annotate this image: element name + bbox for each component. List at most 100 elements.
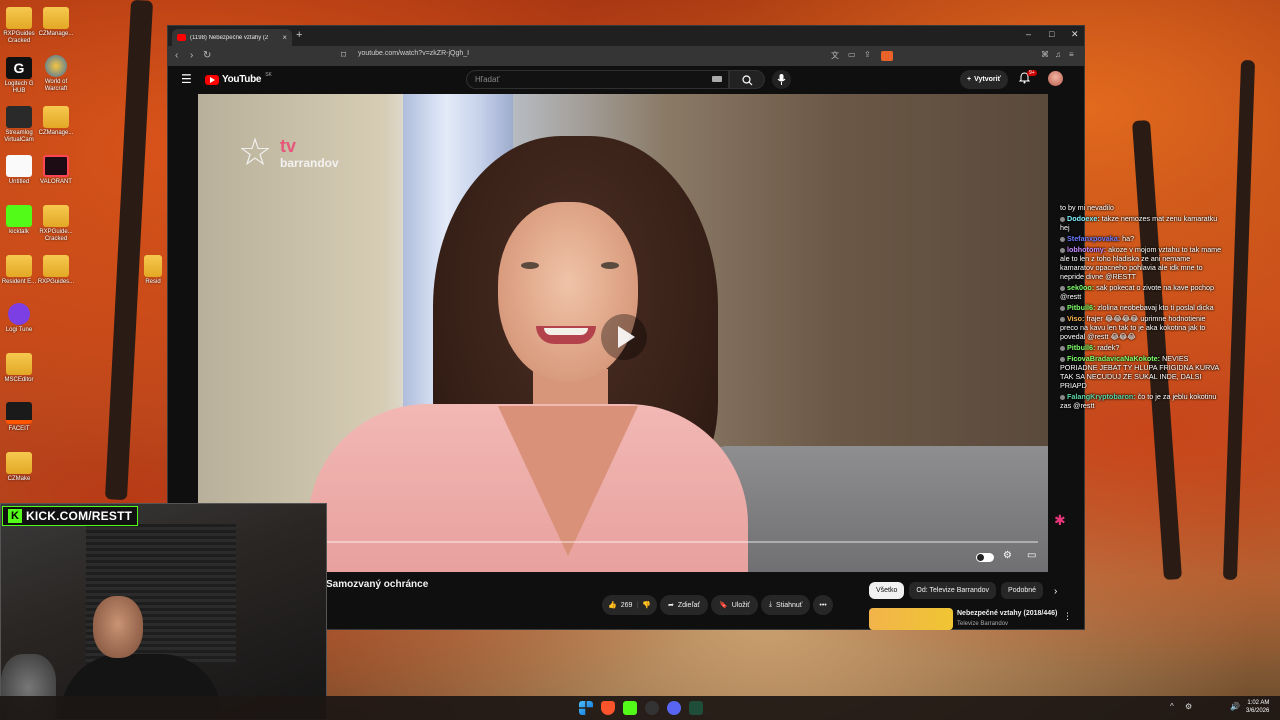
url-field[interactable]: youtube.com/watch?v=zkZR-jQgh_I bbox=[358, 50, 469, 57]
extensions-icon[interactable]: ⌘ bbox=[1041, 50, 1049, 59]
desktop-icon-world-of-warcraft[interactable]: World of Warcraft bbox=[37, 55, 75, 93]
star-icon: ☆ bbox=[238, 132, 273, 174]
reader-icon[interactable]: ▭ bbox=[848, 50, 856, 59]
desktop-icon-logitech-ghub[interactable]: G Logitech G HUB bbox=[0, 57, 38, 95]
desktop-icon-resid[interactable]: Resid bbox=[140, 255, 166, 286]
thumbs-down-icon[interactable]: 👎 bbox=[642, 601, 651, 609]
person-eye-left bbox=[521, 262, 539, 269]
chat-message: Pitbull6: zlolina neobebavaj kto ti posl… bbox=[1060, 303, 1225, 312]
logitech-icon: G bbox=[6, 57, 32, 79]
minimize-button[interactable]: – bbox=[1026, 29, 1031, 39]
extension-icon[interactable] bbox=[881, 51, 893, 61]
chat-text: zlolina neobebavaj kto ti poslal dicka bbox=[1095, 303, 1214, 312]
desktop-icon-logi-tune[interactable]: Logi Tune bbox=[0, 303, 38, 334]
plus-icon: + bbox=[967, 76, 972, 83]
desktop-icon-czmake[interactable]: CZMake bbox=[0, 452, 38, 483]
download-button[interactable]: ⤓ Stiahnuť bbox=[760, 595, 811, 615]
chat-badge-icon bbox=[1060, 345, 1065, 351]
chat-badge-icon bbox=[1060, 305, 1065, 311]
desktop-icon-rxpguides[interactable]: RXPGuides... bbox=[37, 255, 75, 286]
theater-mode-icon[interactable]: ▭ bbox=[1027, 550, 1036, 561]
windows-start-icon[interactable] bbox=[579, 701, 593, 715]
chevron-right-icon[interactable]: › bbox=[1054, 586, 1057, 597]
autoplay-toggle[interactable] bbox=[976, 553, 994, 562]
desktop-icon-rxpguides-cracked[interactable]: RXPGuides Cracked bbox=[0, 7, 38, 45]
menu-icon[interactable]: ≡ bbox=[1069, 50, 1074, 59]
voice-search-button[interactable] bbox=[772, 70, 791, 89]
video-player[interactable]: ☆ tv barrandov ⚙ ▭ ⤢ bbox=[198, 94, 1048, 572]
search-button[interactable] bbox=[729, 70, 765, 89]
close-window-button[interactable]: ✕ bbox=[1071, 29, 1079, 40]
more-vertical-icon[interactable]: ⋮ bbox=[1063, 611, 1072, 622]
chat-username: Pitbull6: bbox=[1067, 343, 1096, 352]
discord-icon[interactable] bbox=[667, 701, 681, 715]
desktop-icon-streamlog-virtualcam[interactable]: Streamlog VirtualCam bbox=[0, 106, 38, 144]
thumbs-up-icon[interactable]: 👍 bbox=[608, 601, 617, 609]
terminal-icon[interactable] bbox=[689, 701, 703, 715]
chat-message: Pitbull6: radek? bbox=[1060, 343, 1225, 352]
forward-icon[interactable]: › bbox=[190, 50, 193, 61]
desktop-icon-czmanage[interactable]: CZManage... bbox=[37, 7, 75, 38]
settings-gear-icon[interactable]: ⚙ bbox=[1003, 550, 1012, 561]
chat-message: Dodoexe: takze nemozes mat zenu kamaratk… bbox=[1060, 214, 1225, 232]
share-icon[interactable]: ⇪ bbox=[864, 50, 871, 59]
folder-icon bbox=[43, 205, 69, 227]
media-icon[interactable]: ♫ bbox=[1055, 50, 1061, 59]
network-icon[interactable]: ⚙ bbox=[1185, 702, 1192, 711]
bookmark-icon[interactable]: ⌑ bbox=[341, 50, 346, 61]
youtube-logo[interactable]: YouTube SK bbox=[205, 72, 272, 85]
chat-badge-icon bbox=[1060, 216, 1065, 222]
back-icon[interactable]: ‹ bbox=[175, 50, 178, 61]
chip-all[interactable]: Všetko bbox=[869, 582, 905, 599]
close-tab-icon[interactable]: × bbox=[282, 33, 287, 42]
chat-message: to by mi nevadilo bbox=[1060, 203, 1225, 212]
tv-barrandov-logo: ☆ tv barrandov bbox=[238, 132, 339, 174]
desktop-icon-rxpguides-cracked-2[interactable]: RXPGuide... Cracked bbox=[37, 205, 75, 243]
folder-icon bbox=[6, 7, 32, 29]
folder-icon bbox=[6, 255, 32, 277]
browser-tab-youtube[interactable]: (1198) Nebezpečné vztahy (2 × bbox=[172, 29, 292, 46]
system-clock[interactable]: 1:02 AM 3/6/2026 bbox=[1246, 699, 1269, 715]
new-tab-button[interactable]: + bbox=[296, 29, 302, 41]
maximize-button[interactable]: □ bbox=[1049, 29, 1054, 39]
volume-icon[interactable]: 🔊 bbox=[1230, 702, 1240, 711]
recommended-thumbnail[interactable] bbox=[869, 608, 953, 630]
desktop-icon-resident-evil[interactable]: Resident E... bbox=[0, 255, 38, 286]
brave-browser-icon[interactable] bbox=[601, 701, 615, 715]
account-avatar[interactable] bbox=[1048, 71, 1063, 86]
obs-icon[interactable] bbox=[645, 701, 659, 715]
video-progress-bar[interactable] bbox=[326, 541, 1038, 543]
chat-text: ha? bbox=[1120, 234, 1135, 243]
reload-icon[interactable]: ↻ bbox=[203, 50, 211, 61]
desktop-icon-valorant[interactable]: VALORANT bbox=[37, 155, 75, 186]
more-actions-button[interactable]: ••• bbox=[813, 595, 833, 615]
hamburger-menu-icon[interactable]: ☰ bbox=[181, 72, 192, 86]
desktop-icon-faceit[interactable]: FACEIT bbox=[0, 402, 38, 433]
recommended-video[interactable]: Nebezpečné vztahy (2018/446) Televize Ba… bbox=[869, 608, 1079, 630]
tab-title: (1198) Nebezpečné vztahy (2 bbox=[190, 34, 269, 41]
youtube-play-icon bbox=[205, 74, 219, 85]
chip-similar[interactable]: Podobné bbox=[1001, 582, 1044, 599]
chip-from-channel[interactable]: Od: Televize Barrandov bbox=[909, 582, 997, 599]
desktop-icon-untitled[interactable]: Untitled bbox=[0, 155, 38, 186]
share-arrow-icon: ➦ bbox=[667, 602, 674, 609]
tree-trunk-left bbox=[104, 0, 154, 501]
translate-icon[interactable]: 文 bbox=[831, 50, 839, 61]
keyboard-icon[interactable] bbox=[712, 76, 722, 82]
create-button[interactable]: + Vytvoriť bbox=[960, 70, 1008, 89]
chat-logo-icon: ✱ bbox=[1054, 512, 1066, 528]
save-button[interactable]: 🔖 Uložiť bbox=[711, 595, 758, 615]
chat-username: FicovaBradavicaNaKokote: bbox=[1067, 354, 1161, 363]
search-input[interactable]: Hľadať bbox=[466, 70, 729, 89]
like-dislike-button[interactable]: 👍 269 | 👎 bbox=[602, 595, 657, 615]
desktop-icon-msceditor[interactable]: MSCEditor bbox=[0, 353, 38, 384]
search-icon bbox=[742, 75, 753, 86]
share-button[interactable]: ➦ Zdieľať bbox=[659, 595, 709, 615]
desktop-icon-czmanage-2[interactable]: CZManage... bbox=[37, 106, 75, 137]
desktop-icon-kicktalk[interactable]: kicktalk bbox=[0, 205, 38, 236]
kick-icon bbox=[6, 205, 32, 227]
kick-app-icon[interactable] bbox=[623, 701, 637, 715]
play-button[interactable] bbox=[601, 314, 647, 360]
show-hidden-icons[interactable]: ^ bbox=[1170, 702, 1174, 711]
youtube-favicon-icon bbox=[177, 34, 186, 41]
